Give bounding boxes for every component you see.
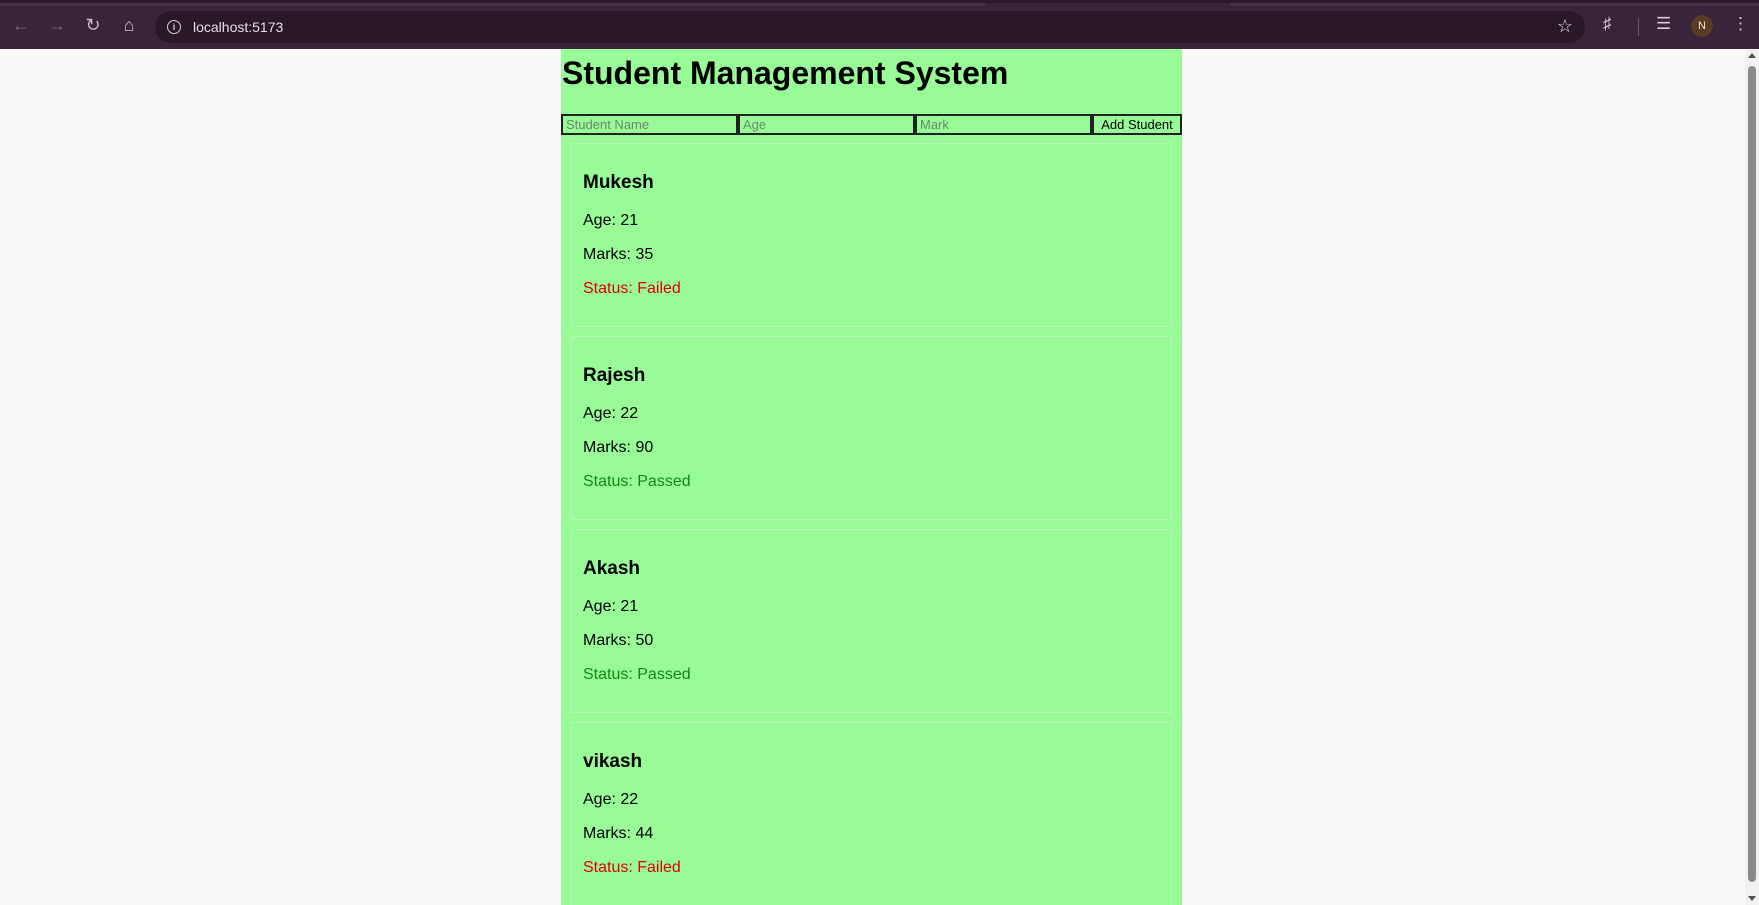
address-url[interactable]: localhost:5173	[193, 19, 283, 35]
vertical-scrollbar[interactable]	[1745, 49, 1759, 905]
student-marks: Marks: 44	[583, 825, 654, 842]
site-info-icon[interactable]: i	[167, 20, 181, 34]
address-bar[interactable]: i localhost:5173 ☆	[155, 11, 1585, 43]
reload-icon[interactable]: ↻	[81, 13, 105, 37]
scroll-down-arrow-icon[interactable]	[1748, 896, 1756, 901]
student-name: vikash	[583, 751, 643, 772]
add-student-button[interactable]: Add Student	[1092, 114, 1182, 135]
mark-input[interactable]	[915, 114, 1092, 135]
browser-toolbar: ← → ↻ ⌂ i localhost:5173 ☆ ♯ ☰ N ⋮	[0, 0, 1759, 49]
scrollbar-thumb[interactable]	[1748, 66, 1756, 882]
extensions-icon[interactable]: ♯	[1603, 14, 1612, 34]
student-card: Rajesh Age: 22 Marks: 90 Status: Passed	[571, 336, 1172, 520]
student-age: Age: 22	[583, 405, 639, 422]
student-age: Age: 21	[583, 212, 639, 229]
menu-kebab-icon[interactable]: ⋮	[1732, 14, 1749, 34]
app-container: Student Management System Add Student Mu…	[561, 49, 1182, 905]
student-name: Akash	[583, 558, 641, 579]
student-card: vikash Age: 22 Marks: 44 Status: Failed	[571, 722, 1172, 905]
student-name-input[interactable]	[561, 114, 738, 135]
student-marks: Marks: 90	[583, 439, 654, 456]
page-viewport: Student Management System Add Student Mu…	[0, 49, 1745, 905]
media-controls-icon[interactable]: ☰	[1656, 14, 1671, 34]
student-age: Age: 22	[583, 791, 639, 808]
scroll-up-arrow-icon[interactable]	[1748, 53, 1756, 58]
age-input[interactable]	[738, 114, 915, 135]
profile-avatar[interactable]: N	[1691, 15, 1713, 37]
forward-icon[interactable]: →	[45, 13, 69, 37]
student-name: Rajesh	[583, 365, 646, 386]
page-title: Student Management System	[562, 55, 1009, 91]
student-status: Status: Passed	[583, 473, 691, 490]
student-name: Mukesh	[583, 172, 654, 193]
student-card: Mukesh Age: 21 Marks: 35 Status: Failed	[571, 143, 1172, 327]
tab-strip-edge	[0, 3, 985, 6]
back-icon[interactable]: ←	[9, 13, 33, 37]
student-status: Status: Passed	[583, 666, 691, 683]
bookmark-star-icon[interactable]: ☆	[1557, 16, 1573, 37]
student-status: Status: Failed	[583, 280, 681, 297]
student-status: Status: Failed	[583, 859, 681, 876]
home-icon[interactable]: ⌂	[117, 13, 141, 37]
add-student-form: Add Student	[561, 114, 1182, 135]
student-card: Akash Age: 21 Marks: 50 Status: Passed	[571, 529, 1172, 713]
toolbar-divider	[1638, 18, 1639, 36]
tab-strip-edge	[1230, 3, 1759, 6]
student-marks: Marks: 50	[583, 632, 654, 649]
student-marks: Marks: 35	[583, 246, 654, 263]
student-age: Age: 21	[583, 598, 639, 615]
